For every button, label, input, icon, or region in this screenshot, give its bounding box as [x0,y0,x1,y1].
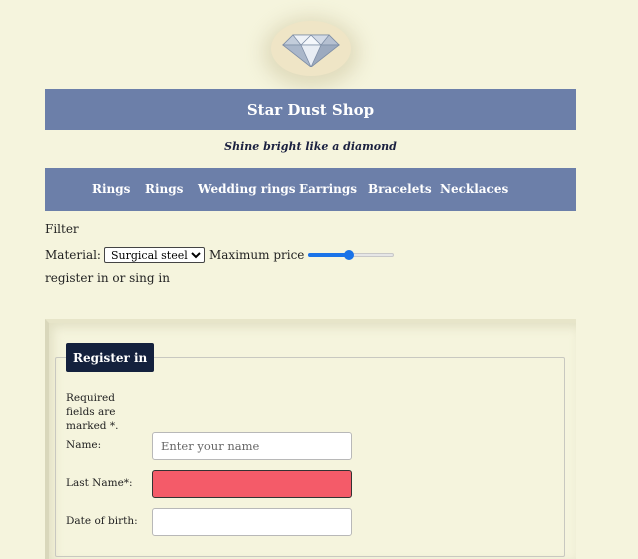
material-label: Material: [45,248,101,262]
register-signin-text[interactable]: register in or sing in [45,271,170,285]
diamond-icon [281,34,341,67]
nav-item-wedding-rings[interactable]: Wedding rings [198,182,296,196]
register-legend: Register in [66,343,155,372]
filter-heading: Filter [45,222,79,236]
name-label: Name: [66,439,102,451]
site-title: Star Dust Shop [45,89,576,130]
nav-item-bracelets[interactable]: Bracelets [368,182,432,196]
nav-item-earrings[interactable]: Earrings [299,182,357,196]
required-note: Required fields are marked *. [66,392,119,432]
tagline: Shine bright like a diamond [224,140,397,153]
logo [271,21,351,76]
name-input[interactable] [152,432,352,460]
max-price-label: Maximum price [208,248,305,262]
filter-row: Material: Surgical steel Maximum price [45,246,395,264]
material-select[interactable]: Surgical steel [103,247,205,263]
slider-thumb[interactable] [344,250,355,260]
last-name-input[interactable] [152,470,352,498]
nav-item-rings[interactable]: Rings [92,182,130,196]
nav-item-necklaces[interactable]: Necklaces [440,182,508,196]
main-nav: Rings Rings Wedding rings Earrings Brace… [45,168,576,211]
dob-label: Date of birth: [66,515,138,527]
last-name-label: Last Name*: [66,477,133,489]
dob-input[interactable] [152,508,352,536]
nav-item-rings-2[interactable]: Rings [145,182,183,196]
slider-fill [308,253,350,257]
max-price-slider[interactable] [308,247,395,263]
